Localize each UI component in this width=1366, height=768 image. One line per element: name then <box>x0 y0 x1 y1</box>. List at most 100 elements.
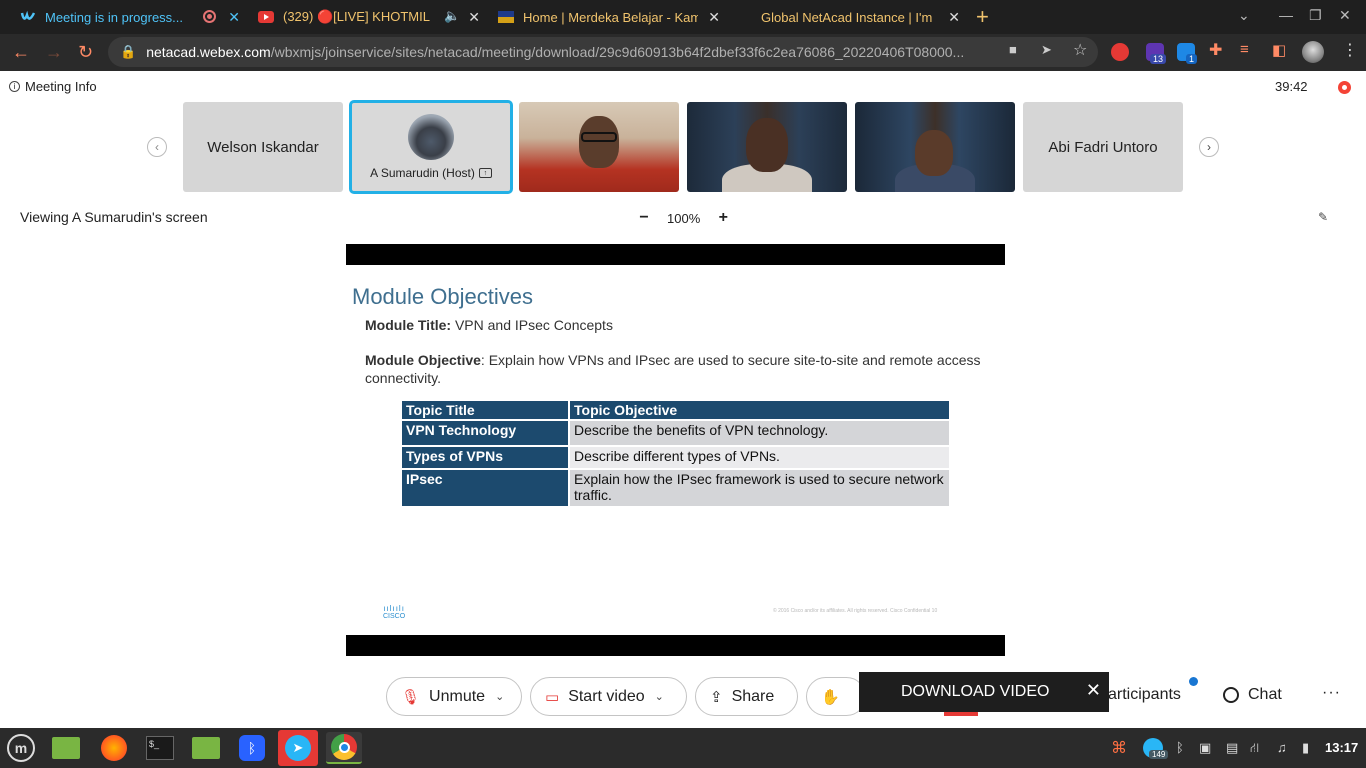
annotate-icon[interactable]: ✎ <box>1318 210 1328 224</box>
files-folder-icon[interactable] <box>190 732 222 764</box>
terminal-icon[interactable]: $_ <box>144 732 176 764</box>
xampp-icon[interactable]: ⌘ <box>1111 738 1127 758</box>
sound-icon[interactable]: ♫ <box>1277 740 1287 755</box>
browser-toolbar: ← → ↻ 🔒 netacad.webex.com /wbxmjs/joinse… <box>0 34 1366 71</box>
recording-indicator-icon[interactable] <box>1338 81 1351 94</box>
download-video-label[interactable]: DOWNLOAD VIDEO <box>901 683 1049 701</box>
module-title-line: Module Title: VPN and IPsec Concepts <box>365 317 613 333</box>
table-row: IPsec Explain how the IPsec framework is… <box>402 468 949 506</box>
close-window-button[interactable]: ✕ <box>1339 7 1351 24</box>
address-bar[interactable]: 🔒 netacad.webex.com /wbxmjs/joinservice/… <box>108 37 1098 67</box>
shared-screen: Module Objectives Module Title: VPN and … <box>346 244 1005 656</box>
tab-merdeka-belajar[interactable]: Home | Merdeka Belajar - Kam ✕ <box>488 0 728 34</box>
youtube-icon <box>258 9 274 25</box>
back-button[interactable]: ← <box>12 42 30 63</box>
bluetooth-tray-icon[interactable]: ᛒ <box>1176 740 1184 755</box>
zoom-level: 100% <box>667 210 701 226</box>
telegram-icon[interactable]: ➤ <box>278 730 318 766</box>
extension-badge: 13 <box>1150 54 1167 64</box>
participant-video-2[interactable] <box>687 102 847 192</box>
participant-video-3[interactable] <box>855 102 1015 192</box>
send-icon[interactable]: ➤ <box>1041 42 1052 58</box>
tab-netacad[interactable]: Global NetAcad Instance | I'm ✕ <box>728 0 968 34</box>
extension-badge: 1 <box>1186 54 1198 64</box>
mint-menu-icon[interactable]: m <box>5 732 37 764</box>
tab-search-icon[interactable]: ⌄ <box>1238 7 1250 24</box>
lock-icon[interactable]: 🔒 <box>120 44 136 60</box>
speaker-icon[interactable]: 🔈 <box>444 8 460 24</box>
update-manager-icon[interactable]: ▤ <box>1226 740 1238 756</box>
extensions-puzzle-icon[interactable]: ✚ <box>1209 40 1222 60</box>
muted-mic-icon: 🎙 <box>401 688 421 706</box>
meeting-info-button[interactable]: i Meeting Info <box>9 79 97 94</box>
chat-button[interactable]: Chat <box>1223 686 1282 704</box>
topics-table: Topic Title Topic Objective VPN Technolo… <box>402 401 949 506</box>
network-icon[interactable]: ⛙ <box>1250 740 1259 758</box>
close-tab-icon[interactable]: ✕ <box>468 9 480 26</box>
cisco-logo: ıılıılı CISCO <box>383 604 405 620</box>
participant-tile-abi[interactable]: Abi Fadri Untoro <box>1023 102 1183 192</box>
url-path: /wbxmjs/joinservice/sites/netacad/meetin… <box>270 44 965 60</box>
reload-button[interactable]: ↻ <box>78 42 93 63</box>
reactions-button[interactable]: ✋ <box>806 677 866 716</box>
strip-next-button[interactable]: › <box>1199 137 1219 157</box>
slide-bottom-band <box>346 635 1005 656</box>
browser-tab-bar: Meeting is in progress... ✕ (329) 🔴[LIVE… <box>0 0 1366 34</box>
participants-button[interactable]: articipants <box>1108 686 1181 704</box>
start-video-label: Start video <box>568 687 645 705</box>
participant-tile-host[interactable]: A Sumarudin (Host) ↑ <box>349 100 513 194</box>
firefox-icon[interactable] <box>98 732 130 764</box>
chrome-icon[interactable] <box>326 732 362 764</box>
tab-youtube-live[interactable]: (329) 🔴[LIVE] KHOTMIL K 🔈 ✕ <box>248 0 488 34</box>
forward-button[interactable]: → <box>45 42 63 63</box>
module-objective-label: Module Objective <box>365 352 481 368</box>
extension-red-hand-icon[interactable] <box>1111 43 1129 61</box>
module-title-label: Module Title: <box>365 317 452 333</box>
avatar <box>408 114 454 160</box>
clipboard-icon[interactable]: ▣ <box>1199 740 1211 756</box>
zoom-in-button[interactable]: + <box>716 209 730 227</box>
reading-list-icon[interactable]: ≡ <box>1240 41 1249 58</box>
download-video-toast: DOWNLOAD VIDEO ✕ <box>859 672 1109 712</box>
close-tab-icon[interactable]: ✕ <box>708 9 720 26</box>
participant-tile-welson[interactable]: Welson Iskandar <box>183 102 343 192</box>
maximize-button[interactable]: ❐ <box>1309 7 1322 24</box>
more-options-button[interactable]: ··· <box>1322 684 1341 702</box>
bluetooth-icon[interactable]: ᛒ <box>236 732 268 764</box>
tab-webex-meeting[interactable]: Meeting is in progress... ✕ <box>0 0 248 34</box>
video-off-icon: ▭ <box>545 688 560 706</box>
profile-avatar[interactable] <box>1302 41 1324 63</box>
new-tab-button[interactable]: + <box>976 4 989 30</box>
close-tab-icon[interactable]: ✕ <box>948 9 960 26</box>
side-panel-icon[interactable]: ◧ <box>1272 41 1286 59</box>
module-objective-line: Module Objective: Explain how VPNs and I… <box>365 351 985 387</box>
participant-video-1[interactable] <box>519 102 679 192</box>
close-icon[interactable]: ✕ <box>1086 680 1101 701</box>
chevron-down-icon[interactable]: ⌄ <box>495 690 504 703</box>
strip-prev-button[interactable]: ‹ <box>147 137 167 157</box>
menu-icon[interactable]: ⋮ <box>1342 40 1358 60</box>
os-taskbar: m $_ ᛒ ➤ ⌘ 149 ᛒ ▣ ▤ ⛙ ♫ ▮ <box>0 728 1366 768</box>
share-button[interactable]: ⇪ Share <box>695 677 798 716</box>
slide-title: Module Objectives <box>352 284 533 309</box>
participant-face <box>915 130 953 176</box>
camera-blocked-icon[interactable]: ■ <box>1009 42 1017 57</box>
chevron-down-icon[interactable]: ⌄ <box>655 690 664 703</box>
cisco-logo-bars: ıılıılı <box>383 604 405 613</box>
bookmark-star-icon[interactable]: ☆ <box>1073 40 1087 60</box>
chat-label: Chat <box>1248 686 1282 703</box>
unmute-button[interactable]: 🎙 Unmute ⌄ <box>386 677 522 716</box>
module-title-value: VPN and IPsec Concepts <box>451 317 613 333</box>
table-row: Types of VPNs Describe different types o… <box>402 445 949 469</box>
topic-objective-cell: Explain how the IPsec framework is used … <box>568 468 949 506</box>
topic-objective-cell: Describe different types of VPNs. <box>568 445 949 469</box>
minimize-button[interactable]: — <box>1279 7 1293 23</box>
start-video-button[interactable]: ▭ Start video ⌄ <box>530 677 687 716</box>
clock: 13:17 <box>1325 740 1359 755</box>
battery-icon[interactable]: ▮ <box>1302 740 1309 756</box>
share-label: Share <box>731 687 775 705</box>
files-folder-icon[interactable] <box>50 732 82 764</box>
close-tab-icon[interactable]: ✕ <box>228 9 240 26</box>
zoom-out-button[interactable]: − <box>637 209 651 227</box>
telegram-badge: 149 <box>1149 750 1169 759</box>
